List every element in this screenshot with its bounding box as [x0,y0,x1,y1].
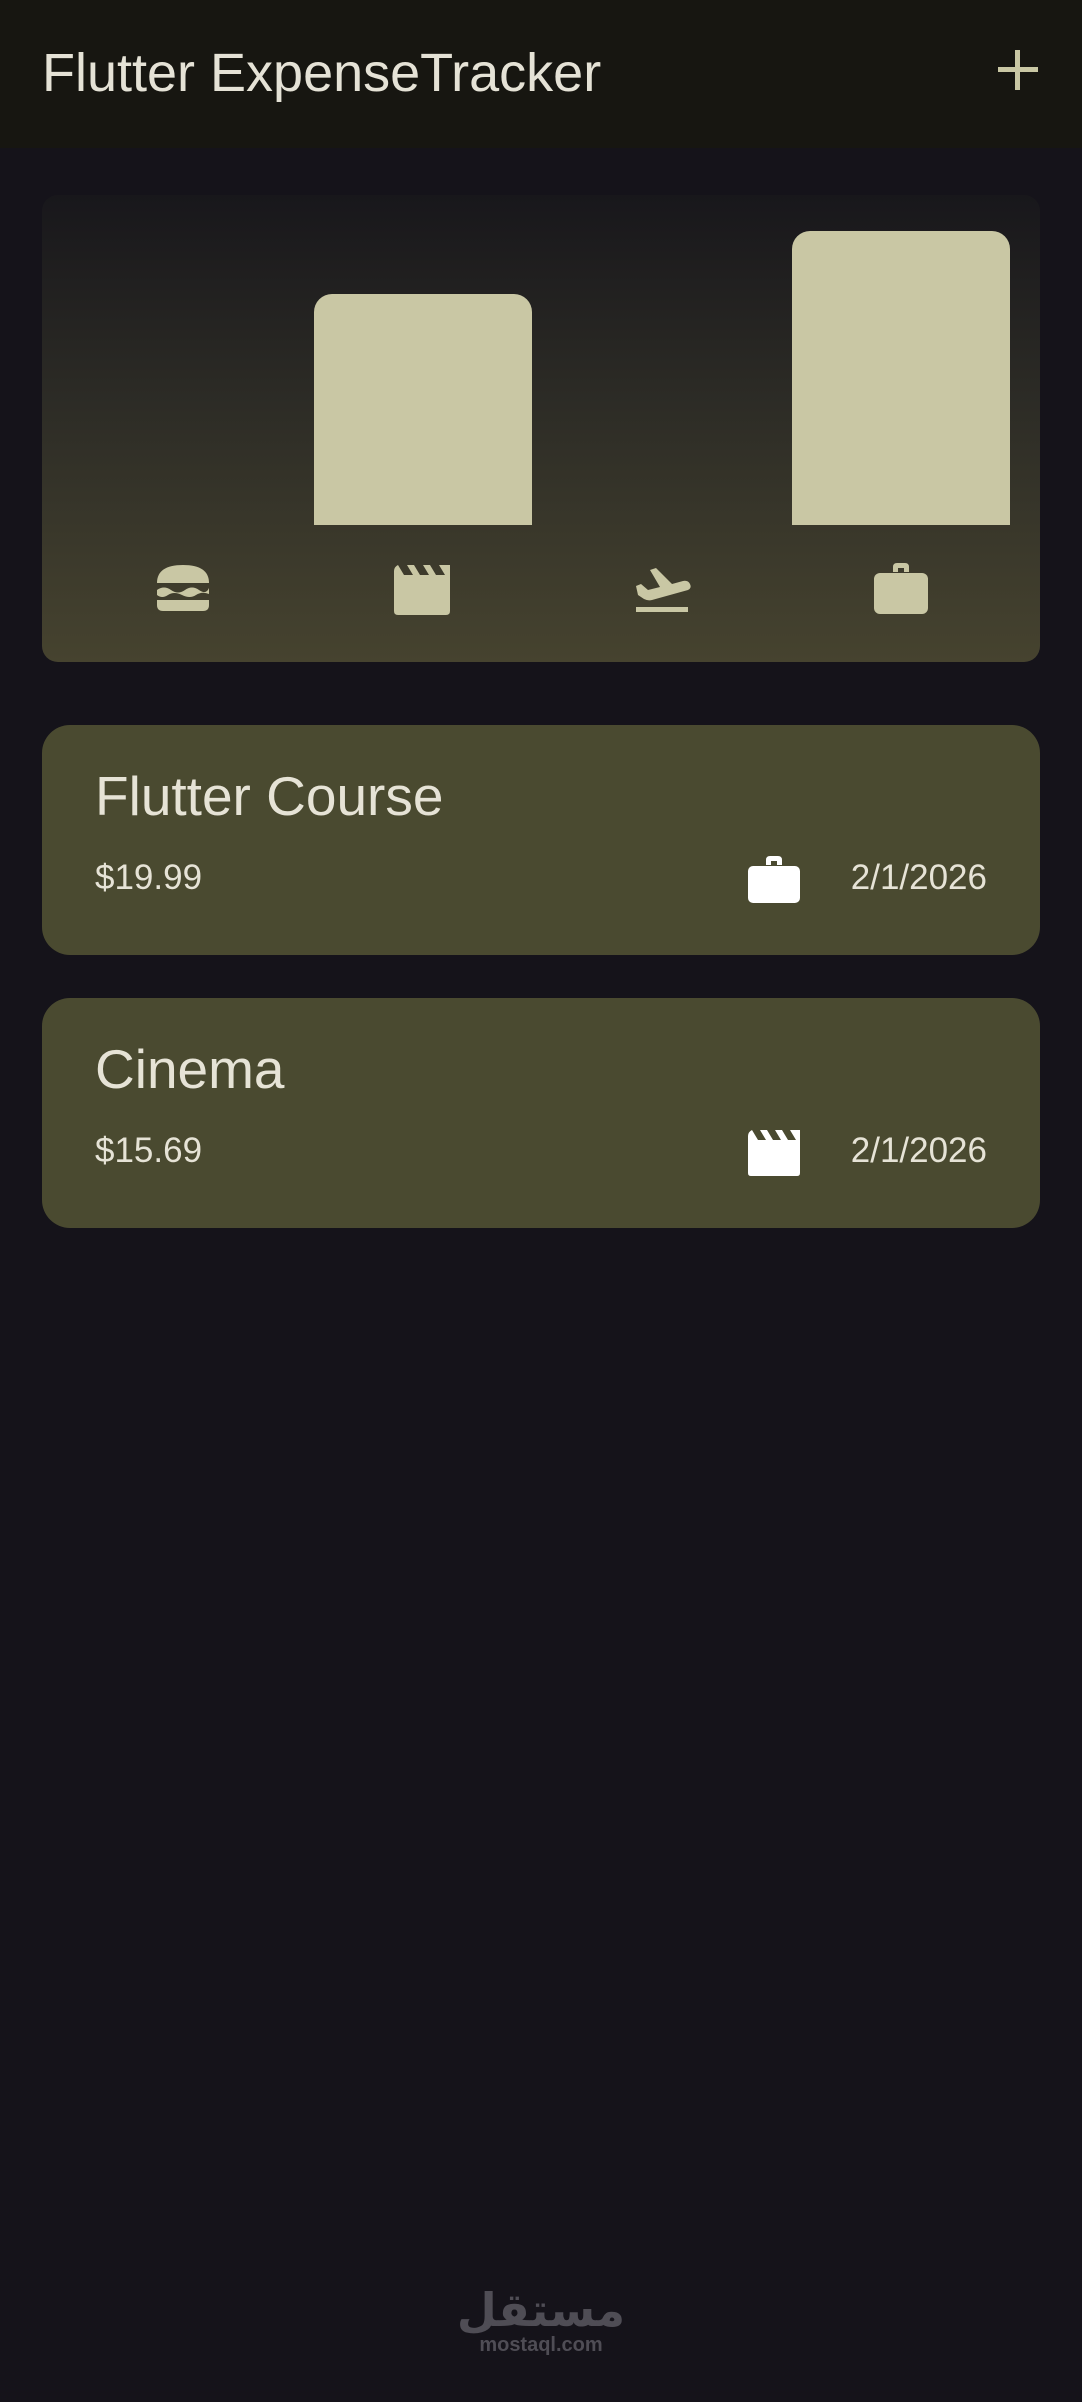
briefcase-icon [748,856,800,903]
expense-card[interactable]: Cinema $15.69 2/1/2026 [42,998,1040,1228]
app-bar: Flutter ExpenseTracker [0,0,1082,148]
expense-amount: $19.99 [95,858,203,897]
chart-bar-work [792,231,1010,525]
watermark-arabic: مستقل [456,2283,626,2337]
expense-date: 2/1/2026 [850,858,987,897]
plus-icon [998,50,1038,90]
expense-amount: $15.69 [95,1131,203,1170]
expense-card[interactable]: Flutter Course $19.99 2/1/2026 [42,725,1040,955]
expense-chart [42,195,1040,662]
chart-bar-leisure [314,294,532,525]
app-title: Flutter ExpenseTracker [42,43,602,103]
add-expense-button[interactable] [992,44,1044,96]
flight-takeoff-icon [636,568,691,612]
watermark-latin: mostaql.com [479,2334,603,2356]
briefcase-icon [874,563,928,614]
movie-clapper-icon [394,565,450,615]
expense-date: 2/1/2026 [850,1131,987,1170]
expense-title: Cinema [95,1038,285,1100]
burger-icon [157,565,209,611]
movie-clapper-icon [748,1130,800,1176]
watermark-logo: مستقل mostaql.com [0,2286,1082,2356]
expense-title: Flutter Course [95,765,444,827]
